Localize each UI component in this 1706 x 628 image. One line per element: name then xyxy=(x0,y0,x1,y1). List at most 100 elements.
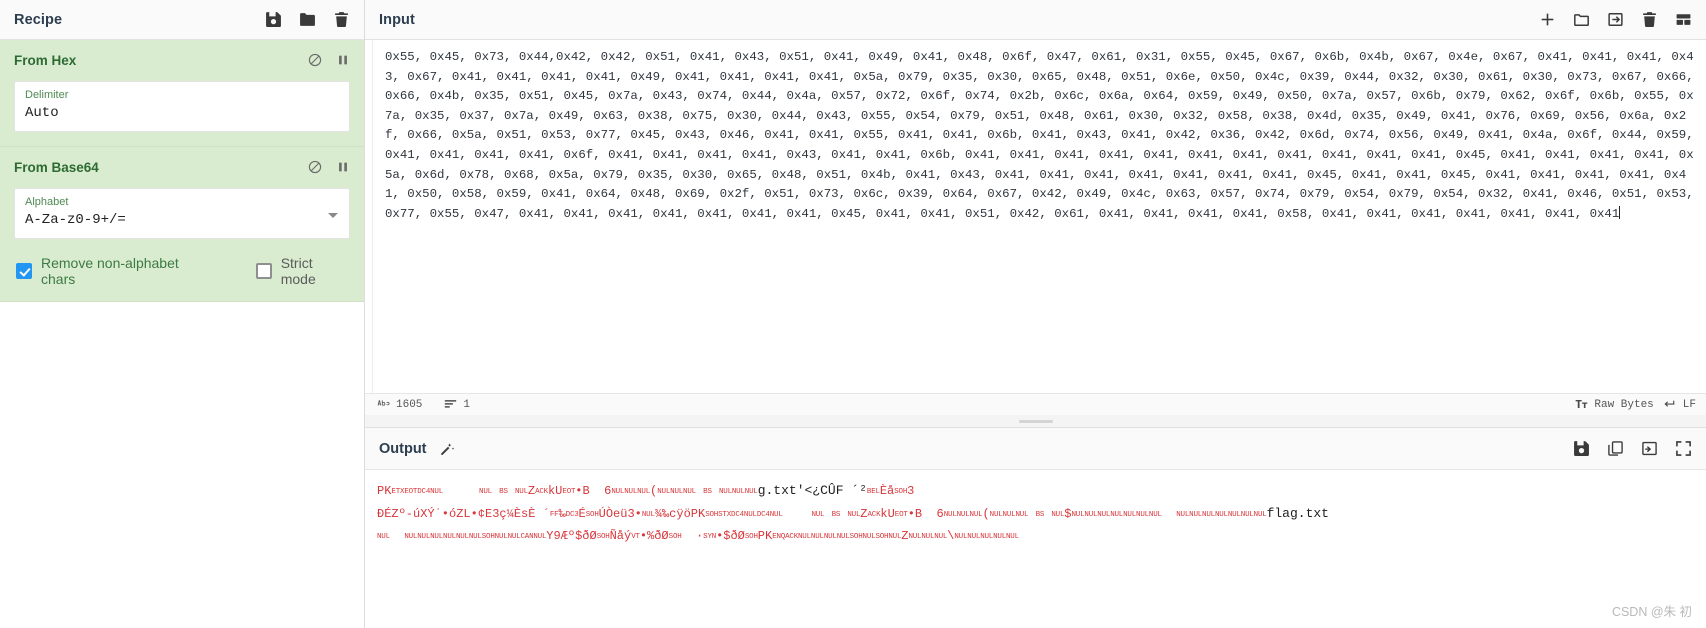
checkbox-box[interactable] xyxy=(255,263,272,279)
ingredient-delimiter[interactable]: Delimiter Auto xyxy=(14,81,350,132)
input-editor[interactable]: 0x55, 0x45, 0x73, 0x44,0x42, 0x42, 0x51,… xyxy=(365,40,1706,393)
control-char: NUL xyxy=(1227,511,1241,519)
save-output-icon[interactable] xyxy=(1573,440,1590,457)
watermark: CSDN @朱 初 xyxy=(1611,605,1692,619)
disable-operation-icon[interactable] xyxy=(308,160,322,174)
control-char: NUL xyxy=(731,488,745,496)
recipe-title-bar: Recipe xyxy=(0,0,364,40)
ingredient-alphabet[interactable]: Alphabet A-Za-z0-9+/= xyxy=(14,188,350,239)
input-encoding[interactable]: Raw Bytes xyxy=(1575,398,1654,411)
checkbox-strict-mode[interactable]: Strict mode xyxy=(255,255,350,287)
control-char: CAN xyxy=(520,533,534,541)
control-char: SOH xyxy=(744,533,758,541)
control-char: FF xyxy=(549,511,559,519)
control-char: NUL xyxy=(744,488,758,496)
control-char: NUL xyxy=(769,511,783,519)
control-char: DC4 xyxy=(417,488,431,496)
checkbox-label: Remove non-alphabet chars xyxy=(41,255,179,287)
recipe-title: Recipe xyxy=(14,11,63,28)
control-char: NUL xyxy=(798,533,811,541)
reset-layout-icon[interactable] xyxy=(1675,11,1692,28)
ingredient-checkboxes: Remove non-alphabet chars Strict mode xyxy=(14,255,350,287)
control-char: NUL xyxy=(455,533,469,541)
control-char: SOH xyxy=(481,533,495,541)
input-eol[interactable]: LF xyxy=(1664,399,1696,411)
input-length: 1605 xyxy=(377,399,422,411)
control-char: NUL xyxy=(1123,511,1137,519)
control-char: NUL xyxy=(836,533,850,541)
operation-controls xyxy=(308,53,350,67)
open-folder-icon[interactable] xyxy=(1573,11,1590,28)
input-title: Input xyxy=(379,11,415,28)
control-char: NUL xyxy=(718,488,732,496)
control-char: NUL xyxy=(507,533,521,541)
control-char: NUL xyxy=(1051,511,1065,519)
checkbox-label: Strict mode xyxy=(280,255,316,287)
clear-io-icon[interactable] xyxy=(1641,11,1658,28)
control-char: ACK xyxy=(785,533,798,541)
control-char: NUL xyxy=(494,533,508,541)
operation-header: From Base64 xyxy=(14,156,350,178)
output-toolbar xyxy=(1573,440,1692,457)
control-char: NUL xyxy=(980,533,994,541)
enter-icon xyxy=(1664,399,1677,410)
printable-text: flag.txt xyxy=(1266,506,1329,521)
output-text[interactable]: PKETXEOTDC4NUL NUL BS NULZACKkUEOT•B 6NU… xyxy=(365,470,1706,628)
control-char: NUL xyxy=(956,511,970,519)
checkbox-remove-non-alphabet-chars[interactable]: Remove non-alphabet chars xyxy=(16,255,214,287)
input-gutter xyxy=(365,40,373,393)
control-char: SOH xyxy=(585,511,599,519)
control-char: NUL xyxy=(1084,511,1098,519)
ingredient-value[interactable]: Auto xyxy=(25,103,339,123)
pause-operation-icon[interactable] xyxy=(336,53,350,67)
control-char: NUL xyxy=(1071,511,1085,519)
control-char: NUL xyxy=(921,533,935,541)
control-char: NUL xyxy=(404,533,418,541)
magic-wand-icon[interactable] xyxy=(439,441,455,457)
open-input-icon[interactable] xyxy=(1607,11,1624,28)
abc-icon xyxy=(377,399,390,410)
replace-input-icon[interactable] xyxy=(1641,440,1658,457)
output-line: PKETXEOTDC4NUL NUL BS NULZACKkUEOT•B 6NU… xyxy=(377,483,915,498)
control-char: NUL xyxy=(430,533,444,541)
load-recipe-icon[interactable] xyxy=(299,11,316,28)
input-encoding-value: Raw Bytes xyxy=(1594,398,1654,411)
operation-from-base64[interactable]: From Base64 Alphabet A-Za-z0-9+/= Remove… xyxy=(0,147,364,302)
pause-operation-icon[interactable] xyxy=(336,160,350,174)
control-char: SOH xyxy=(894,488,908,496)
font-icon xyxy=(1575,399,1588,410)
checkbox-box[interactable] xyxy=(16,263,32,279)
control-char: SOH xyxy=(705,511,719,519)
maximise-output-icon[interactable] xyxy=(1675,440,1692,457)
operation-controls xyxy=(308,160,350,174)
io-splitter[interactable] xyxy=(365,415,1706,427)
operation-title: From Base64 xyxy=(14,159,99,175)
control-char: NUL xyxy=(943,511,957,519)
control-char: EOT xyxy=(894,511,908,519)
control-char: ACK xyxy=(867,511,881,519)
control-char: NUL xyxy=(1253,511,1267,519)
lines-icon xyxy=(444,399,457,410)
ingredient-value[interactable]: A-Za-z0-9+/= xyxy=(25,210,339,230)
control-char: NUL xyxy=(430,488,444,496)
input-toolbar xyxy=(1539,11,1692,28)
chevron-down-icon[interactable] xyxy=(328,212,338,218)
control-char: BEL xyxy=(866,488,880,496)
control-char: NUL xyxy=(657,488,671,496)
input-title-bar: Input xyxy=(365,0,1706,40)
control-char: NUL xyxy=(1015,511,1029,519)
control-char: NUL xyxy=(1214,511,1228,519)
clear-recipe-icon[interactable] xyxy=(333,11,350,28)
save-recipe-icon[interactable] xyxy=(265,11,282,28)
disable-operation-icon[interactable] xyxy=(308,53,322,67)
control-char: NUL xyxy=(810,533,824,541)
add-input-tab-icon[interactable] xyxy=(1539,11,1556,28)
input-text[interactable]: 0x55, 0x45, 0x73, 0x44,0x42, 0x42, 0x51,… xyxy=(373,40,1706,393)
cyberchef-app: Recipe From Hex Delimiter Auto From Base… xyxy=(0,0,1706,628)
operation-from-hex[interactable]: From Hex Delimiter Auto xyxy=(0,40,364,147)
copy-output-icon[interactable] xyxy=(1607,440,1624,457)
control-char: NUL xyxy=(862,533,876,541)
control-char: NUL xyxy=(641,511,655,519)
output-title-bar: Output xyxy=(365,428,1706,470)
control-char: NUL xyxy=(1002,511,1016,519)
